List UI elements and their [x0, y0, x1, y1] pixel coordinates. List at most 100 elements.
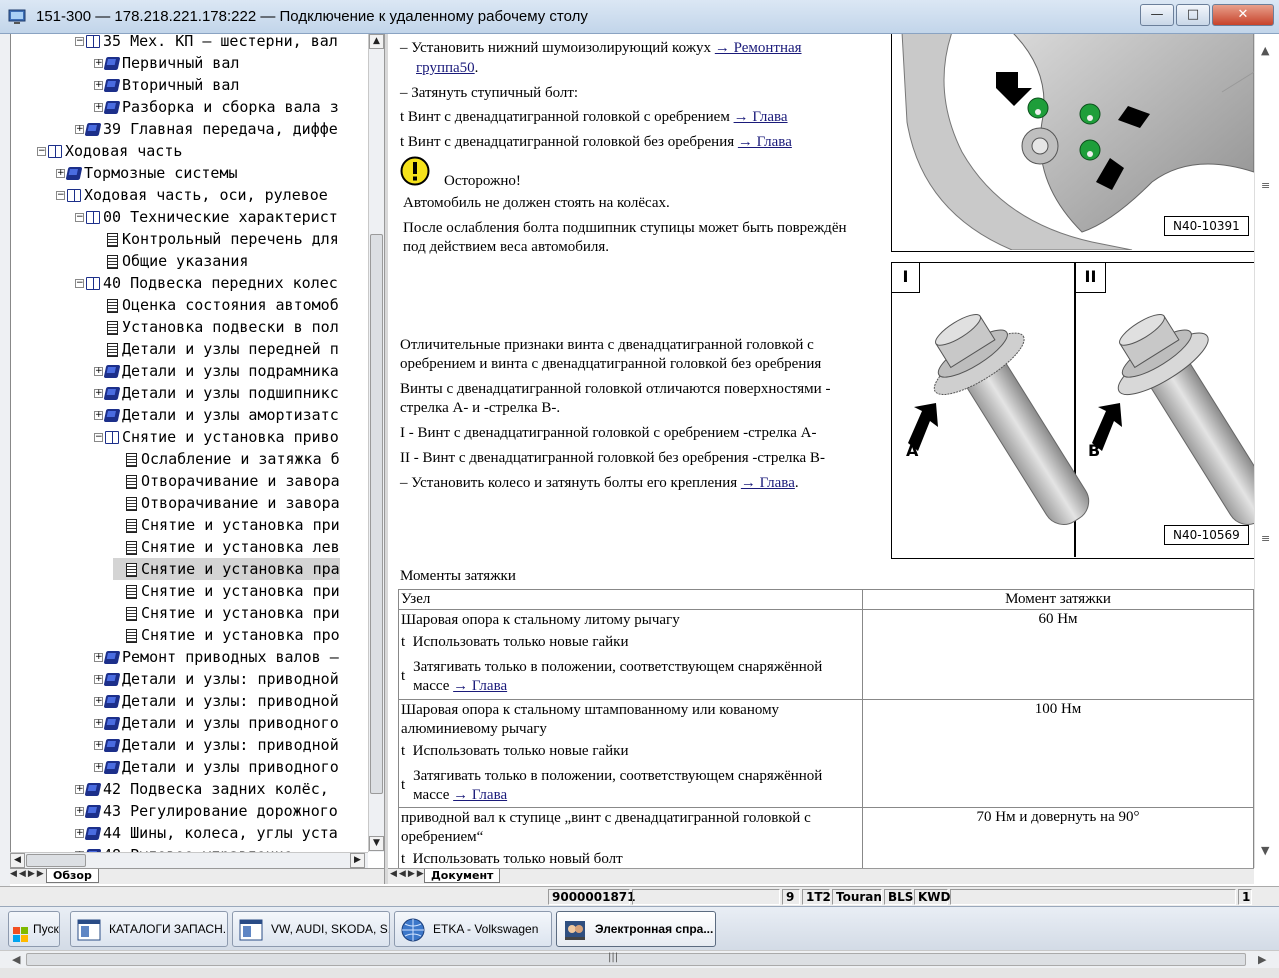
- tree-item[interactable]: Снятие и установка лев: [113, 536, 340, 558]
- expand-toggle-icon[interactable]: +: [94, 411, 103, 420]
- expand-toggle-icon[interactable]: +: [94, 81, 103, 90]
- tree-item[interactable]: + Детали и узлы приводного: [94, 712, 339, 734]
- tree-item[interactable]: +39 Главная передача, диффе: [75, 118, 338, 140]
- expand-toggle-icon[interactable]: +: [94, 59, 103, 68]
- scroll-down-button[interactable]: ▼: [1261, 844, 1269, 857]
- taskbar-item-vw-audi[interactable]: VW, AUDI, SKODA, S...: [232, 911, 390, 947]
- scroll-thumb[interactable]: [26, 953, 1246, 966]
- tree-item[interactable]: Снятие и установка при: [113, 602, 340, 624]
- expand-toggle-icon[interactable]: +: [75, 807, 84, 816]
- tree-item[interactable]: + Тормозные системы: [56, 162, 238, 184]
- scroll-left-button[interactable]: ◀: [12, 953, 20, 966]
- tree-item[interactable]: Снятие и установка пра: [113, 558, 340, 580]
- collapse-toggle-icon[interactable]: −: [75, 279, 84, 288]
- taskbar-item-electronic-ref[interactable]: Электронная спра...: [556, 911, 716, 947]
- collapse-toggle-icon[interactable]: −: [37, 147, 46, 156]
- expand-toggle-icon[interactable]: +: [94, 675, 103, 684]
- tree-item[interactable]: +42 Подвеска задних колёс,: [75, 778, 329, 800]
- expand-toggle-icon[interactable]: +: [75, 785, 84, 794]
- expand-toggle-icon[interactable]: +: [94, 653, 103, 662]
- link-group50[interactable]: группа50: [416, 60, 475, 76]
- tree-item[interactable]: − Ходовая часть, оси, рулевое: [56, 184, 328, 206]
- collapse-toggle-icon[interactable]: −: [75, 213, 84, 222]
- tree-item[interactable]: − Ходовая часть: [37, 140, 182, 162]
- link-chapter[interactable]: → Глава: [738, 134, 792, 150]
- tree-item[interactable]: + Первичный вал: [94, 52, 239, 74]
- close-button[interactable]: ✕: [1212, 4, 1274, 26]
- tree-item[interactable]: − 35 Мех. КП – шестерни, вал: [75, 34, 338, 52]
- expand-toggle-icon[interactable]: +: [94, 763, 103, 772]
- scroll-thumb[interactable]: [26, 854, 86, 867]
- tab-nav-arrows[interactable]: ◀◀▶▶: [390, 869, 426, 879]
- link-chapter[interactable]: → Глава: [734, 109, 788, 125]
- tree-item[interactable]: + Детали и узлы: приводной: [94, 668, 339, 690]
- window-horizontal-scrollbar[interactable]: ◀ ||| ▶: [0, 950, 1279, 968]
- tree-item[interactable]: Снятие и установка про: [113, 624, 340, 646]
- link-repair-group[interactable]: → Ремонтная: [715, 40, 802, 56]
- scroll-grip[interactable]: ≡: [1261, 532, 1270, 545]
- window-titlebar[interactable]: 151-300 — 178.218.221.178:222 — Подключе…: [0, 0, 1279, 34]
- document-vertical-scrollbar[interactable]: ▲ ≡ ≡ ▼: [1254, 34, 1276, 868]
- tree-item[interactable]: Ослабление и затяжка б: [113, 448, 340, 470]
- tree-item[interactable]: + Детали и узлы подрамника: [94, 360, 339, 382]
- collapse-toggle-icon[interactable]: −: [75, 37, 84, 46]
- tree-item[interactable]: +48 Рулевое управление: [75, 844, 293, 852]
- scroll-down-button[interactable]: ▼: [369, 836, 384, 851]
- tree-item[interactable]: +43 Регулирование дорожного: [75, 800, 338, 822]
- tree-item[interactable]: Установка подвески в пол: [94, 316, 339, 338]
- navigation-tree[interactable]: −35 Мех. КП – шестерни, вал + Первичный ва…: [10, 34, 368, 852]
- taskbar-item-catalogs[interactable]: КАТАЛОГИ ЗАПАСН...: [70, 911, 228, 947]
- tree-item[interactable]: + Вторичный вал: [94, 74, 239, 96]
- scroll-right-button[interactable]: ▶: [350, 853, 365, 868]
- tree-item[interactable]: − 00 Технические характерист: [75, 206, 338, 228]
- tab-overview[interactable]: Обзор: [46, 869, 99, 883]
- link-chapter[interactable]: → Глава: [453, 787, 507, 803]
- scroll-left-button[interactable]: ◀: [10, 853, 25, 868]
- scroll-up-button[interactable]: ▲: [369, 34, 384, 49]
- tree-item[interactable]: + Детали и узлы амортизатс: [94, 404, 339, 426]
- tree-item[interactable]: Контрольный перечень для: [94, 228, 339, 250]
- expand-toggle-icon[interactable]: +: [94, 367, 103, 376]
- maximize-button[interactable]: □: [1176, 4, 1210, 26]
- expand-toggle-icon[interactable]: +: [94, 719, 103, 728]
- tree-item[interactable]: + Разборка и сборка вала з: [94, 96, 339, 118]
- tab-document[interactable]: Документ: [424, 869, 501, 883]
- tree-item[interactable]: Отворачивание и завора: [113, 492, 340, 514]
- tree-horizontal-scrollbar[interactable]: ◀ ▶: [10, 852, 368, 868]
- collapse-toggle-icon[interactable]: −: [56, 191, 65, 200]
- tree-item[interactable]: + Детали и узлы подшипникс: [94, 382, 339, 404]
- tree-item[interactable]: + Детали и узлы: приводной: [94, 690, 339, 712]
- tree-item[interactable]: − 40 Подвеска передних колес: [75, 272, 338, 294]
- link-chapter[interactable]: → Глава: [453, 678, 507, 694]
- scroll-grip[interactable]: ≡: [1261, 179, 1270, 192]
- tree-item[interactable]: Снятие и установка при: [113, 514, 340, 536]
- link-chapter[interactable]: → Глава: [741, 475, 795, 491]
- tree-item[interactable]: Общие указания: [94, 250, 248, 272]
- expand-toggle-icon[interactable]: +: [94, 697, 103, 706]
- minimize-button[interactable]: —: [1140, 4, 1174, 26]
- expand-toggle-icon[interactable]: +: [56, 169, 65, 178]
- expand-toggle-icon[interactable]: +: [94, 389, 103, 398]
- tree-item[interactable]: Отворачивание и завора: [113, 470, 340, 492]
- tree-item[interactable]: − Снятие и установка приво: [94, 426, 339, 448]
- tree-item[interactable]: +44 Шины, колеса, углы уста: [75, 822, 338, 844]
- expand-toggle-icon[interactable]: +: [75, 829, 84, 838]
- tree-item[interactable]: Детали и узлы передней п: [94, 338, 339, 360]
- start-button[interactable]: Пуск: [8, 911, 60, 947]
- tree-item[interactable]: + Детали и узлы: приводной: [94, 734, 339, 756]
- scroll-up-button[interactable]: ▲: [1261, 44, 1269, 57]
- tree-item[interactable]: + Ремонт приводных валов –: [94, 646, 339, 668]
- scroll-right-button[interactable]: ▶: [1258, 953, 1266, 966]
- tree-vertical-scrollbar[interactable]: ▲ ▼: [368, 34, 384, 852]
- expand-toggle-icon[interactable]: +: [75, 125, 84, 134]
- doc-line-unribbed: t Винт с двенадцатигранной головкой без …: [400, 134, 792, 150]
- taskbar-item-etka[interactable]: ETKA - Volkswagen: [394, 911, 552, 947]
- scroll-thumb[interactable]: [370, 234, 383, 794]
- collapse-toggle-icon[interactable]: −: [94, 433, 103, 442]
- tree-item[interactable]: Снятие и установка при: [113, 580, 340, 602]
- tab-nav-arrows[interactable]: ◀◀▶▶: [10, 869, 46, 879]
- expand-toggle-icon[interactable]: +: [94, 741, 103, 750]
- tree-item[interactable]: + Детали и узлы приводного: [94, 756, 339, 778]
- tree-item[interactable]: Оценка состояния автомоб: [94, 294, 339, 316]
- expand-toggle-icon[interactable]: +: [94, 103, 103, 112]
